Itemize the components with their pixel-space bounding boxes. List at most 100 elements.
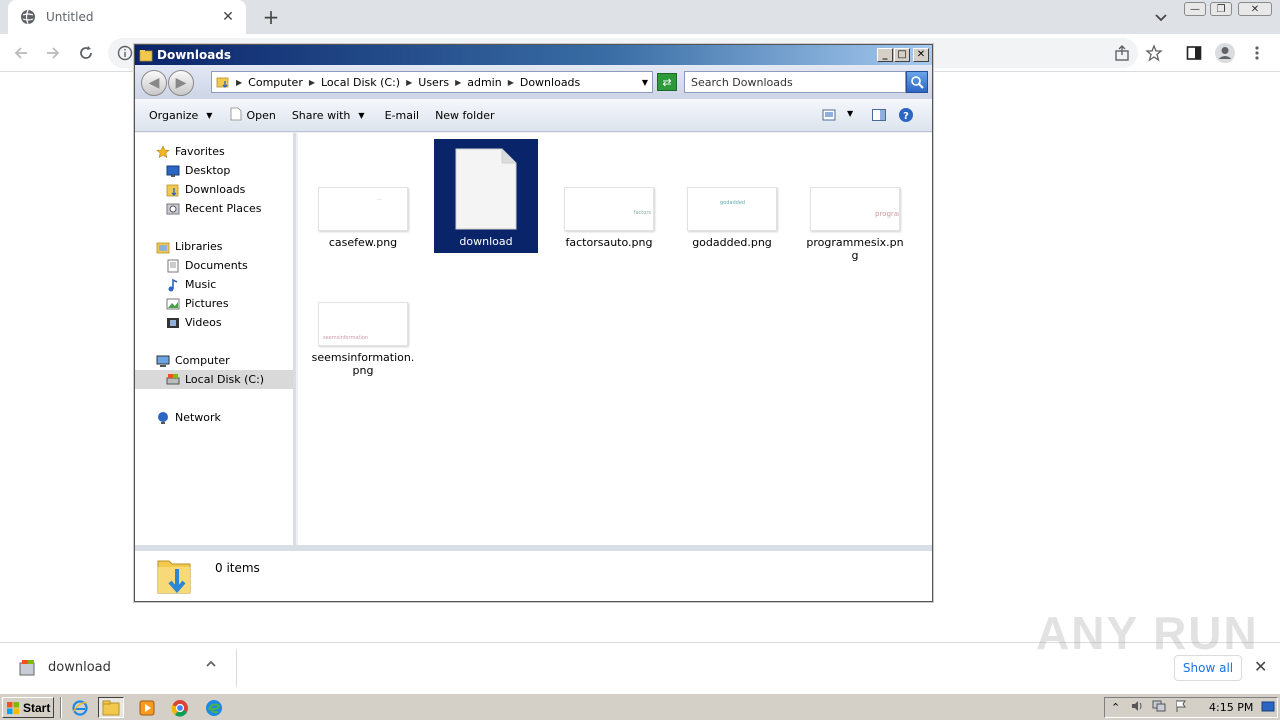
- share-with-menu[interactable]: Share with ▼: [284, 99, 373, 131]
- nav-label: Network: [175, 411, 221, 424]
- back-button[interactable]: ◀: [141, 70, 167, 96]
- nav-label: Favorites: [175, 145, 225, 158]
- media-player-icon[interactable]: [134, 697, 160, 718]
- file-item-download[interactable]: download: [434, 139, 538, 253]
- shelf-divider: [236, 649, 237, 687]
- breadcrumb[interactable]: ▶ Computer ▶ Local Disk (C:) ▶ Users ▶ a…: [211, 71, 653, 93]
- nav-local-disk[interactable]: Local Disk (C:): [135, 370, 293, 389]
- file-item-programmesix[interactable]: programme programmesix.png: [803, 187, 907, 262]
- videos-icon: [165, 315, 181, 331]
- chevron-up-icon[interactable]: [204, 657, 218, 675]
- explorer-window: Downloads _ □ ✕ ◀ ▶ ▶ Computer ▶ Local D…: [134, 44, 933, 602]
- help-icon[interactable]: ?: [898, 107, 914, 123]
- nav-label: Music: [185, 278, 217, 291]
- close-window-icon[interactable]: ✕: [1238, 2, 1272, 16]
- breadcrumb-computer[interactable]: Computer: [248, 76, 303, 89]
- file-item-casefew[interactable]: ... casefew.png: [311, 187, 415, 249]
- nav-computer[interactable]: Computer: [155, 351, 313, 370]
- new-tab-button[interactable]: +: [260, 5, 282, 29]
- computer-icon: [155, 353, 171, 369]
- nav-network[interactable]: Network: [155, 408, 313, 427]
- view-dropdown-icon[interactable]: ▼: [847, 109, 853, 118]
- reload-icon[interactable]: [75, 42, 97, 64]
- thumbnail-text: seemsinformation: [323, 335, 369, 341]
- restore-window-icon[interactable]: ❐: [1210, 2, 1232, 16]
- breadcrumb-local-disk[interactable]: Local Disk (C:): [321, 76, 400, 89]
- show-hidden-icons-icon[interactable]: ⌃: [1111, 701, 1120, 714]
- file-list: ... casefew.png download factors factors…: [298, 133, 932, 545]
- back-arrow-icon[interactable]: [10, 42, 32, 64]
- breadcrumb-separator-icon[interactable]: ▶: [455, 78, 461, 87]
- email-button[interactable]: E-mail: [373, 99, 428, 131]
- breadcrumb-separator-icon[interactable]: ▶: [406, 78, 412, 87]
- internet-explorer-icon[interactable]: [67, 697, 93, 718]
- thumbnail-text: ...: [377, 196, 382, 202]
- nav-libraries[interactable]: Libraries: [155, 237, 313, 256]
- nav-label: Desktop: [185, 164, 231, 177]
- explorer-address-bar: ◀ ▶ ▶ Computer ▶ Local Disk (C:) ▶ Users…: [135, 65, 932, 99]
- minimize-window-icon[interactable]: —: [1184, 2, 1206, 16]
- minimize-button[interactable]: _: [877, 48, 893, 62]
- file-name: godadded.png: [692, 236, 772, 249]
- share-icon[interactable]: [1111, 42, 1133, 64]
- chevron-down-icon[interactable]: [1152, 8, 1170, 26]
- breadcrumb-separator-icon[interactable]: ▶: [508, 78, 514, 87]
- start-button[interactable]: Start: [2, 697, 54, 718]
- edge-icon[interactable]: [201, 697, 227, 718]
- breadcrumb-downloads[interactable]: Downloads: [520, 76, 580, 89]
- navigation-pane: Favorites Desktop Downloads Recent Place…: [135, 133, 296, 545]
- organize-menu[interactable]: Organize ▼: [135, 99, 220, 131]
- dropdown-arrow-icon: ▼: [206, 110, 213, 120]
- nav-label: Videos: [185, 316, 222, 329]
- tab-close-icon[interactable]: ✕: [220, 9, 236, 25]
- image-thumbnail: ...: [318, 187, 408, 231]
- search-input[interactable]: Search Downloads: [684, 71, 906, 93]
- explorer-taskbar-icon[interactable]: [98, 697, 124, 718]
- clock[interactable]: 4:15 PM: [1209, 701, 1253, 714]
- show-desktop-icon[interactable]: [1261, 700, 1275, 717]
- explorer-titlebar[interactable]: Downloads _ □ ✕: [135, 45, 932, 65]
- documents-icon: [165, 258, 181, 274]
- folder-icon: [216, 75, 230, 89]
- bookmark-star-icon[interactable]: [1143, 42, 1165, 64]
- forward-arrow-icon[interactable]: [42, 42, 64, 64]
- speaker-icon[interactable]: [1130, 699, 1144, 716]
- preview-pane-icon[interactable]: [871, 107, 887, 123]
- image-thumbnail: godadded: [687, 187, 777, 231]
- download-item-name[interactable]: download: [48, 660, 111, 675]
- profile-avatar-icon[interactable]: [1214, 42, 1236, 64]
- open-button[interactable]: Open: [220, 99, 283, 131]
- close-button[interactable]: ✕: [913, 48, 929, 62]
- network-tray-icon[interactable]: [1152, 699, 1166, 716]
- search-icon[interactable]: [906, 71, 928, 93]
- nav-label: Pictures: [185, 297, 229, 310]
- nav-label: Libraries: [175, 240, 223, 253]
- file-item-seemsinformation[interactable]: seemsinformation seemsinformation.png: [311, 302, 415, 377]
- menu-kebab-icon[interactable]: [1246, 42, 1268, 64]
- image-thumbnail: seemsinformation: [318, 302, 408, 346]
- download-file-icon[interactable]: [19, 659, 37, 677]
- refresh-button[interactable]: ⇄: [657, 73, 677, 91]
- breadcrumb-separator-icon[interactable]: ▶: [236, 78, 242, 87]
- new-folder-button[interactable]: New folder: [427, 99, 502, 131]
- file-item-factorsauto[interactable]: factors factorsauto.png: [557, 187, 661, 249]
- maximize-button[interactable]: □: [894, 48, 910, 62]
- breadcrumb-separator-icon[interactable]: ▶: [309, 78, 315, 87]
- chrome-icon[interactable]: [167, 697, 193, 718]
- open-label: Open: [246, 108, 276, 122]
- side-panel-icon[interactable]: [1183, 42, 1205, 64]
- tab-title: Untitled: [46, 10, 94, 24]
- browser-tab[interactable]: Untitled ✕: [8, 0, 246, 34]
- file-item-godadded[interactable]: godadded godadded.png: [680, 187, 784, 249]
- info-icon[interactable]: [117, 45, 133, 64]
- forward-button[interactable]: ▶: [168, 70, 194, 96]
- breadcrumb-users[interactable]: Users: [418, 76, 449, 89]
- address-dropdown-icon[interactable]: ▼: [642, 78, 648, 87]
- nav-favorites[interactable]: Favorites: [155, 142, 313, 161]
- action-center-flag-icon[interactable]: [1174, 699, 1188, 716]
- desktop-icon: [165, 163, 181, 179]
- change-view-icon[interactable]: [821, 107, 837, 123]
- taskbar: Start ⌃ 4:15 PM: [0, 693, 1280, 720]
- email-label: E-mail: [384, 108, 420, 122]
- breadcrumb-admin[interactable]: admin: [467, 76, 501, 89]
